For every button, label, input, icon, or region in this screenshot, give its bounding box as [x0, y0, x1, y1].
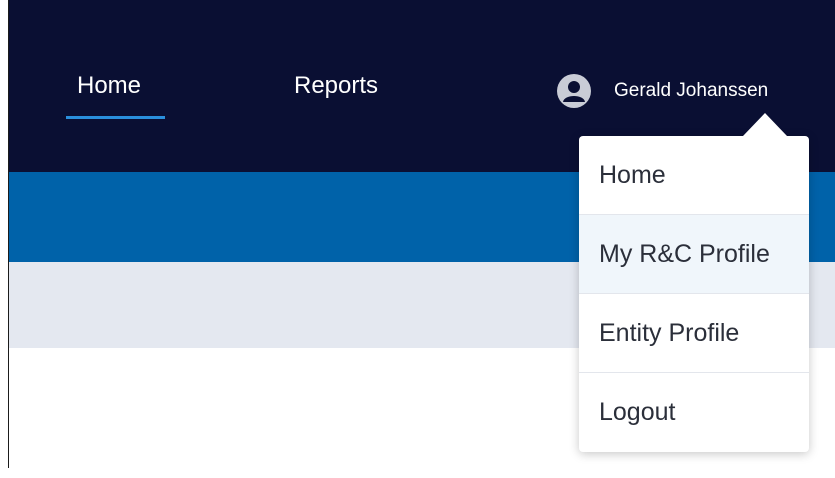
nav-tab-reports[interactable]: Reports — [294, 71, 378, 101]
user-dropdown-menu: Home My R&C Profile Entity Profile Logou… — [579, 136, 809, 452]
user-avatar-icon — [557, 74, 591, 108]
menu-item-logout[interactable]: Logout — [579, 373, 809, 452]
active-tab-indicator — [66, 116, 165, 119]
window-border — [8, 0, 9, 468]
user-menu-toggle[interactable]: Gerald Johanssen — [557, 73, 768, 109]
menu-item-home[interactable]: Home — [579, 136, 809, 215]
window-frame — [0, 0, 8, 468]
menu-item-my-rc-profile[interactable]: My R&C Profile — [579, 215, 809, 294]
dropdown-caret-icon — [743, 113, 787, 136]
menu-item-entity-profile[interactable]: Entity Profile — [579, 294, 809, 373]
user-name: Gerald Johanssen — [614, 80, 769, 101]
nav-tab-home[interactable]: Home — [77, 71, 141, 101]
